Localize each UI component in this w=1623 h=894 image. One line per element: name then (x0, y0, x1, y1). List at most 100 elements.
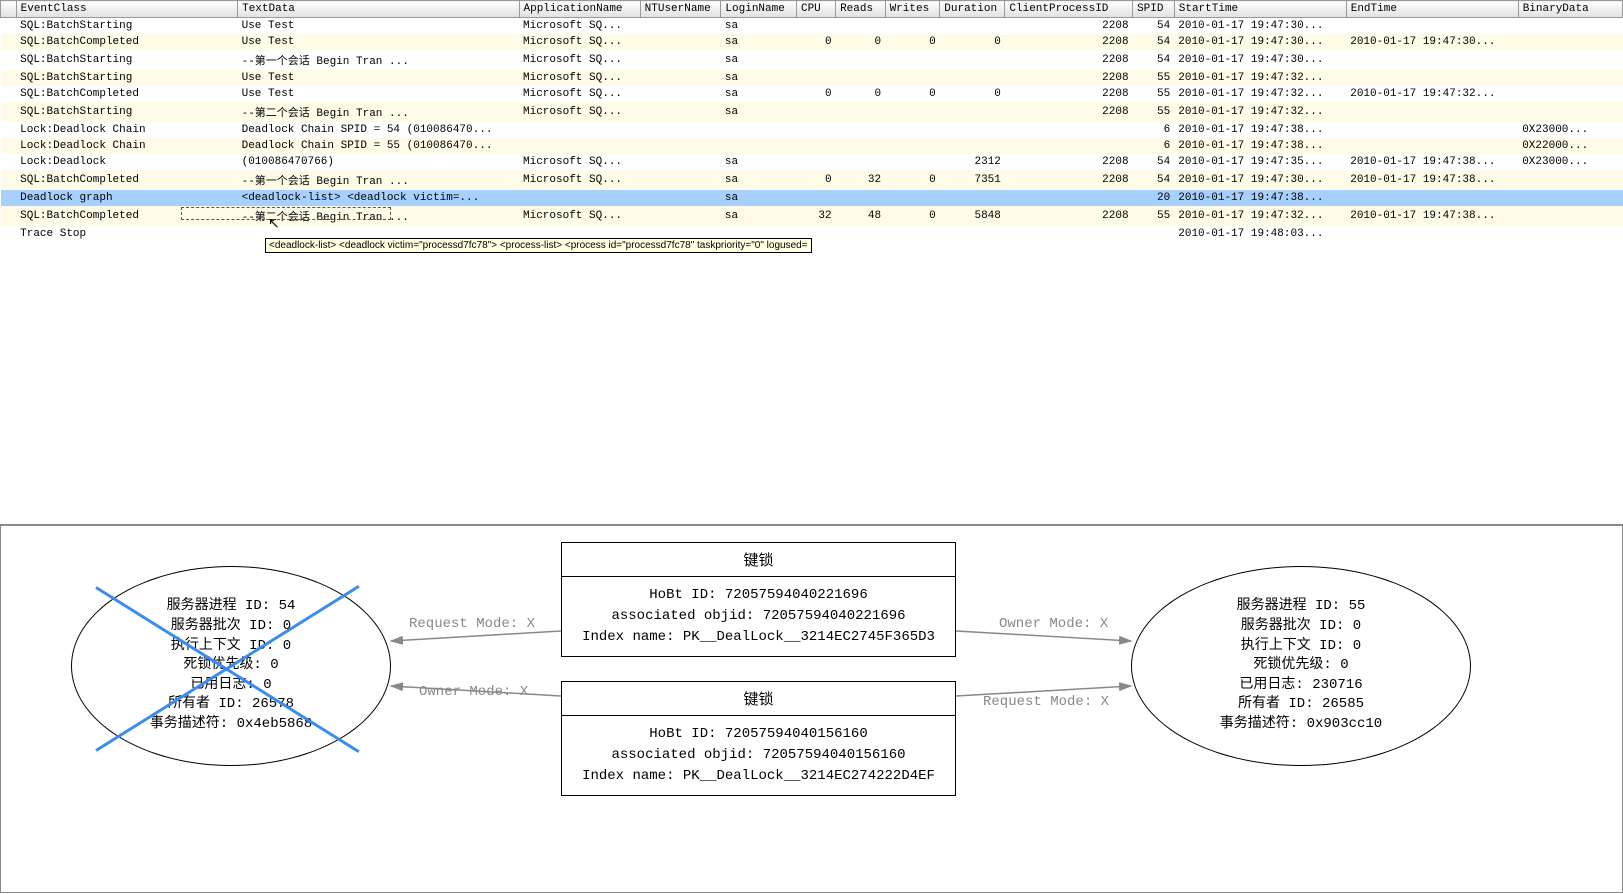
cell-start: 2010-01-17 19:47:32... (1174, 86, 1346, 102)
cell-cpid: 2208 (1005, 50, 1133, 70)
row-gutter (1, 226, 17, 242)
cell-nt (640, 154, 721, 170)
label-req-right: Request Mode: X (983, 694, 1109, 710)
cell-cpid (1005, 226, 1133, 242)
rowheader-corner (1, 1, 17, 18)
cell-ec: SQL:BatchCompleted (16, 170, 237, 190)
table-row[interactable]: SQL:BatchStarting --第一个会话 Begin Tran ...… (1, 50, 1623, 70)
row-gutter (1, 206, 17, 226)
cell-end (1346, 50, 1518, 70)
lock-node-2[interactable]: 键锁 HoBt ID: 72057594040156160 associated… (561, 681, 956, 796)
lock-node-1[interactable]: 键锁 HoBt ID: 72057594040221696 associated… (561, 542, 956, 657)
cell-spid: 54 (1133, 34, 1175, 50)
p2-l2: 执行上下文 ID: 0 (1241, 637, 1361, 657)
col-writes[interactable]: Writes (885, 1, 940, 18)
cell-td: Deadlock Chain SPID = 55 (010086470... (238, 138, 519, 154)
cell-dur (940, 138, 1005, 154)
cell-cpid: 2208 (1005, 102, 1133, 122)
cell-cpu: 32 (796, 206, 835, 226)
col-reads[interactable]: Reads (836, 1, 886, 18)
lock2-body: HoBt ID: 72057594040156160 associated ob… (562, 716, 955, 795)
cell-spid: 55 (1133, 102, 1175, 122)
cursor-icon: ↖ (268, 216, 280, 233)
cell-nt (640, 122, 721, 138)
cell-app: Microsoft SQ... (519, 34, 640, 50)
cell-ec: Trace Stop (16, 226, 237, 242)
table-row[interactable]: Lock:Deadlock(010086470766)Microsoft SQ.… (1, 154, 1623, 170)
cell-start: 2010-01-17 19:47:30... (1174, 18, 1346, 35)
cell-td: --第二个会话 Begin Tran ... (238, 102, 519, 122)
table-row[interactable]: SQL:BatchCompleted --第一个会话 Begin Tran ..… (1, 170, 1623, 190)
cell-ec: SQL:BatchStarting (16, 18, 237, 35)
cell-dur (940, 18, 1005, 35)
col-cpu[interactable]: CPU (796, 1, 835, 18)
cell-end: 2010-01-17 19:47:38... (1346, 206, 1518, 226)
trace-grid-pane[interactable]: EventClassTextDataApplicationNameNTUserN… (0, 0, 1623, 525)
table-row[interactable]: SQL:BatchCompleted--第二个会话 Begin Tran ...… (1, 206, 1623, 226)
table-row[interactable]: Deadlock graph<deadlock-list> <deadlock … (1, 190, 1623, 206)
row-gutter (1, 138, 17, 154)
cell-app: Microsoft SQ... (519, 50, 640, 70)
cell-writes (885, 190, 940, 206)
cell-app: Microsoft SQ... (519, 18, 640, 35)
cell-td: Use Test (238, 86, 519, 102)
table-row[interactable]: SQL:BatchStartingUse TestMicrosoft SQ...… (1, 18, 1623, 35)
label-own-left: Owner Mode: X (419, 684, 528, 700)
process-node-55[interactable]: 服务器进程 ID: 55 服务器批次 ID: 0 执行上下文 ID: 0 死锁优… (1131, 566, 1471, 766)
table-row[interactable]: SQL:BatchCompletedUse TestMicrosoft SQ..… (1, 34, 1623, 50)
cell-start: 2010-01-17 19:47:30... (1174, 50, 1346, 70)
cell-end (1346, 190, 1518, 206)
col-ntusername[interactable]: NTUserName (640, 1, 721, 18)
cell-nt (640, 170, 721, 190)
cell-reads (836, 70, 886, 86)
table-row[interactable]: Lock:Deadlock ChainDeadlock Chain SPID =… (1, 122, 1623, 138)
cell-app: Microsoft SQ... (519, 154, 640, 170)
cell-ec: SQL:BatchStarting (16, 102, 237, 122)
cell-td: (010086470766) (238, 154, 519, 170)
deadlock-graph-pane[interactable]: 服务器进程 ID: 54 服务器批次 ID: 0 执行上下文 ID: 0 死锁优… (0, 525, 1623, 893)
cell-start: 2010-01-17 19:47:30... (1174, 170, 1346, 190)
cell-spid: 54 (1133, 18, 1175, 35)
row-gutter (1, 122, 17, 138)
tooltip: <deadlock-list> <deadlock victim="proces… (265, 238, 812, 253)
col-textdata[interactable]: TextData (238, 1, 519, 18)
cell-dur: 2312 (940, 154, 1005, 170)
cell-dur (940, 226, 1005, 242)
col-applicationname[interactable]: ApplicationName (519, 1, 640, 18)
row-gutter (1, 18, 17, 35)
cell-cpu: 0 (796, 170, 835, 190)
cell-bin (1518, 206, 1622, 226)
trace-table[interactable]: EventClassTextDataApplicationNameNTUserN… (0, 0, 1623, 242)
col-duration[interactable]: Duration (940, 1, 1005, 18)
cell-bin: 0X23000... (1518, 122, 1622, 138)
cell-writes (885, 226, 940, 242)
cell-cpid (1005, 122, 1133, 138)
cell-td: --第二个会话 Begin Tran ... (238, 206, 519, 226)
col-starttime[interactable]: StartTime (1174, 1, 1346, 18)
cell-dur (940, 190, 1005, 206)
table-row[interactable]: SQL:BatchCompletedUse TestMicrosoft SQ..… (1, 86, 1623, 102)
p1-l1: 服务器批次 ID: 0 (171, 617, 291, 637)
cell-reads: 0 (836, 34, 886, 50)
col-eventclass[interactable]: EventClass (16, 1, 237, 18)
cell-end (1346, 70, 1518, 86)
p1-l0: 服务器进程 ID: 54 (167, 597, 296, 617)
table-row[interactable]: Lock:Deadlock ChainDeadlock Chain SPID =… (1, 138, 1623, 154)
table-row[interactable]: SQL:BatchStartingUse TestMicrosoft SQ...… (1, 70, 1623, 86)
cell-writes: 0 (885, 206, 940, 226)
cell-dur (940, 50, 1005, 70)
cell-reads (836, 102, 886, 122)
col-endtime[interactable]: EndTime (1346, 1, 1518, 18)
table-row[interactable]: SQL:BatchStarting--第二个会话 Begin Tran ...M… (1, 102, 1623, 122)
cell-app (519, 138, 640, 154)
cell-end: 2010-01-17 19:47:32... (1346, 86, 1518, 102)
cell-start: 2010-01-17 19:47:32... (1174, 206, 1346, 226)
cell-nt (640, 102, 721, 122)
col-loginname[interactable]: LoginName (721, 1, 797, 18)
deadlock-diagram: 服务器进程 ID: 54 服务器批次 ID: 0 执行上下文 ID: 0 死锁优… (1, 526, 1622, 892)
col-spid[interactable]: SPID (1133, 1, 1175, 18)
cell-spid (1133, 226, 1175, 242)
col-binarydata[interactable]: BinaryData (1518, 1, 1622, 18)
cell-writes (885, 138, 940, 154)
col-clientprocessid[interactable]: ClientProcessID (1005, 1, 1133, 18)
